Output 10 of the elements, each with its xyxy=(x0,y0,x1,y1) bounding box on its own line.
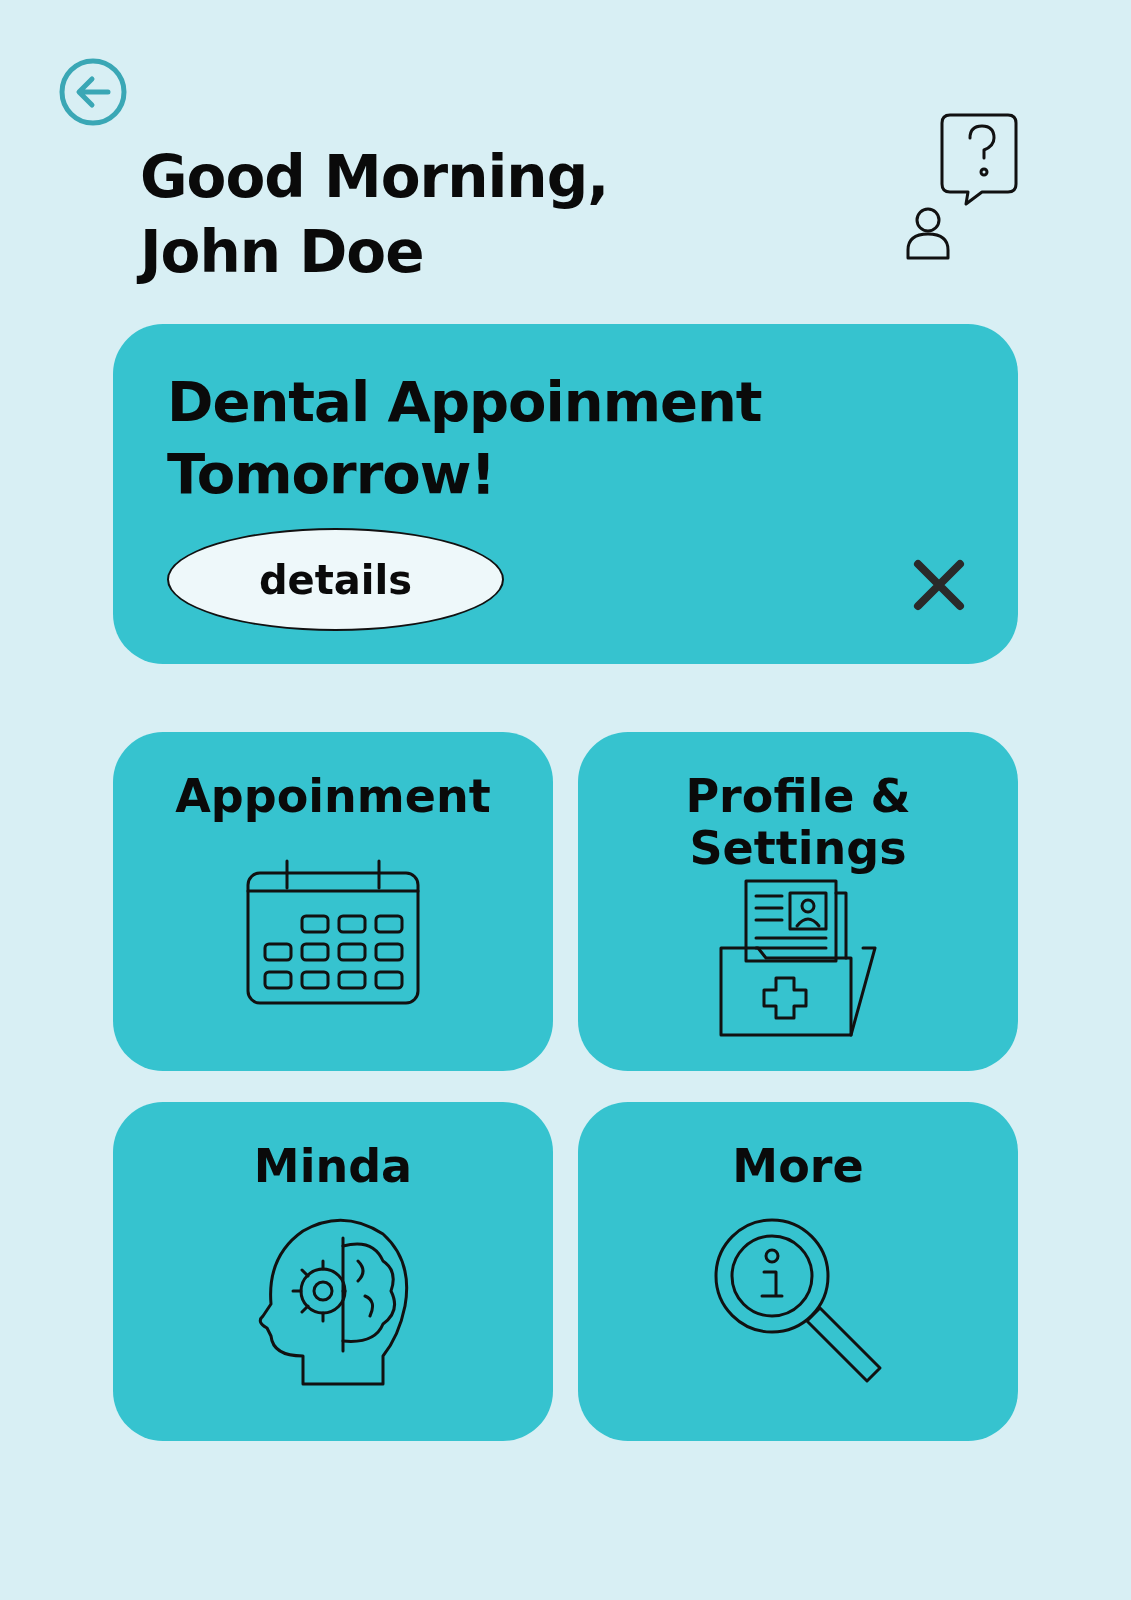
close-button[interactable] xyxy=(912,557,966,612)
medical-folder-icon xyxy=(718,877,878,1038)
reminder-title: Dental Appoinment Tomorrow! xyxy=(167,368,763,508)
help-chat-icon[interactable] xyxy=(904,112,1020,262)
menu-tile[interactable]: More xyxy=(578,1102,1018,1441)
calendar-icon xyxy=(245,857,421,1006)
menu-tile[interactable]: Appoinment xyxy=(113,732,553,1071)
details-button[interactable]: details xyxy=(167,528,504,631)
menu-tile[interactable]: Minda xyxy=(113,1102,553,1441)
menu-tile[interactable]: Profile & Settings xyxy=(578,732,1018,1071)
